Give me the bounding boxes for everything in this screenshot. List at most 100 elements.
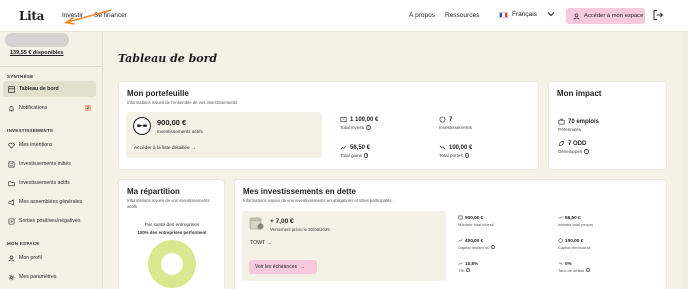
sidebar-item-label: Mon profil xyxy=(19,255,42,261)
portfolio-card: Mon portefeuille Informations issues de … xyxy=(118,81,539,170)
debt-stat-label: Montant total investi xyxy=(458,221,494,227)
user-icon xyxy=(573,12,580,20)
debt-stat-remaining-capital: 400,00 € Capital restant dû xyxy=(458,238,495,250)
user-icon xyxy=(8,255,15,262)
folder-icon xyxy=(8,180,15,186)
arrow-right-icon: → xyxy=(266,240,272,246)
active-investments-panel: 900,00 € Investissements actifs Accéder … xyxy=(126,112,322,158)
trend-down-icon xyxy=(439,145,446,150)
info-icon[interactable]: i xyxy=(366,125,371,130)
sidebar-item-assemblees-generales[interactable]: Mes assemblées générales xyxy=(3,194,96,210)
info-icon[interactable]: i xyxy=(584,149,589,154)
next-payment-date: Versement prévu le 30/06/2025 xyxy=(270,227,330,232)
next-payment-panel: + 7,00 € Versement prévu le 30/06/2025 T… xyxy=(242,211,446,281)
section-title-mon-espace: MON ESPACE xyxy=(7,241,40,246)
arrow-right-icon: → xyxy=(191,146,196,151)
language-selector[interactable]: Français xyxy=(499,11,537,18)
sidebar-item-mon-profil[interactable]: Mon profil xyxy=(3,250,96,266)
section-title-investissements: INVESTISSEMENTS xyxy=(7,128,54,133)
debt-stat-capital-repaid: 100,00 € Capital remboursé xyxy=(558,238,591,250)
trend-up-icon xyxy=(458,239,463,242)
debt-stat-value: 10,6% xyxy=(465,261,479,266)
sidebar-item-label: Sorties positives/négatives xyxy=(19,218,81,224)
trend-down-icon xyxy=(558,262,563,265)
repartition-subtitle: Informations issues de vos investissemen… xyxy=(127,198,210,209)
sidebar-item-investissements-actifs[interactable]: Investissements actifs xyxy=(3,175,96,191)
arrow-right-icon: → xyxy=(299,264,305,270)
sidebar-item-sorties[interactable]: Sorties positives/négatives xyxy=(3,213,96,229)
odd-stat: 7 ODD Développés i xyxy=(558,140,589,154)
sidebar-item-dashboard[interactable]: Tableau de bord xyxy=(3,81,96,97)
page-scrollbar[interactable] xyxy=(683,32,688,289)
access-account-label: Accéder à mon espace xyxy=(584,13,644,19)
impact-card: Mon impact 70 emplois Pérennisés 7 ODD D… xyxy=(548,81,667,170)
sidebar-item-label: Tableau de bord xyxy=(19,86,59,92)
wallet-icon xyxy=(340,117,347,122)
heart-icon xyxy=(8,142,15,149)
repartition-card: Ma répartition Informations issues de vo… xyxy=(118,179,225,289)
wallet-icon xyxy=(458,215,463,220)
detailed-list-link[interactable]: Accéder à la liste détaillée → xyxy=(134,146,196,151)
sunglasses-avatar-icon xyxy=(133,117,151,135)
section-title-synthese: SYNTHÈSE xyxy=(7,74,34,79)
debt-stat-interest-received: 56,50 € Intérêts total perçus xyxy=(558,215,593,227)
debt-stat-value: 100,00 € xyxy=(565,238,584,243)
access-account-button[interactable]: Accéder à mon espace xyxy=(566,8,645,24)
info-icon[interactable] xyxy=(491,245,495,249)
debt-stat-total-invested: 500,00 € Montant total investi xyxy=(458,215,494,227)
repartition-title: Ma répartition xyxy=(127,187,180,196)
dashboard-icon xyxy=(8,85,15,93)
sidebar-item-label: Mes assemblées générales xyxy=(19,199,83,205)
debt-investments-card: Mes investissements en dette Information… xyxy=(234,179,667,289)
investment-code-link[interactable]: TOWT → xyxy=(250,240,272,246)
sidebar-item-label: Investissements initiés xyxy=(19,161,71,167)
debt-stat-label: Taux de défaut xyxy=(558,267,585,273)
sidebar-item-investissements-inities[interactable]: Investissements initiés xyxy=(3,156,96,172)
gear-icon xyxy=(8,274,15,280)
active-investments-amount: 900,00 € xyxy=(157,118,187,127)
nav-a-propos-link[interactable]: À propos xyxy=(409,12,435,19)
sidebar: 139,55 € disponibles SYNTHÈSE Tableau de… xyxy=(0,32,103,289)
debt-stat-tri: 10,6% TRI xyxy=(458,261,478,273)
total-gains-label: Total gains xyxy=(340,153,362,158)
sidebar-item-notifications[interactable]: Notifications 2 xyxy=(3,100,96,116)
user-name-pill[interactable] xyxy=(5,33,69,47)
jobs-stat: 70 emplois Pérennisés xyxy=(558,118,600,133)
available-balance-link[interactable]: 139,55 € disponibles xyxy=(10,50,64,56)
sidebar-item-mes-parametres[interactable]: Mes paramètres xyxy=(3,269,96,285)
info-icon[interactable]: i xyxy=(464,153,470,158)
next-payment-amount: + 7,00 € xyxy=(270,218,294,225)
total-gains-stat: 56,50 € Total gains i xyxy=(340,144,371,159)
language-label: Français xyxy=(512,11,537,18)
info-icon[interactable] xyxy=(586,268,590,272)
repartition-category-detail: 100% des entreprises performent xyxy=(137,230,207,235)
coin-icon xyxy=(558,238,563,243)
briefcase-icon xyxy=(558,118,565,125)
active-investments-label: Investissements actifs xyxy=(157,129,203,134)
info-icon[interactable]: i xyxy=(363,153,369,158)
leaf-icon xyxy=(559,141,564,146)
bell-icon xyxy=(8,105,15,111)
sidebar-divider xyxy=(0,66,103,67)
chevron-down-icon[interactable] xyxy=(546,8,556,20)
exit-icon xyxy=(8,218,15,224)
nav-ressources-link[interactable]: Ressources xyxy=(445,12,479,19)
jobs-value: 70 emplois xyxy=(568,118,600,125)
total-losses-value: 100,00 € xyxy=(449,144,473,151)
lita-logo[interactable]: Lita xyxy=(19,9,44,23)
sidebar-item-mes-intentions[interactable]: Mes intentions xyxy=(3,137,96,153)
sidebar-item-label: Investissements actifs xyxy=(19,180,70,186)
debt-stat-value: 56,50 € xyxy=(565,215,581,220)
sidebar-item-label: Mes intentions xyxy=(19,142,53,148)
logout-icon[interactable] xyxy=(652,9,664,21)
view-schedule-button[interactable]: Voir les échéances → xyxy=(249,260,317,274)
jobs-label: Pérennisés xyxy=(558,127,581,132)
total-invested-stat: 1 100,00 € Total investi i xyxy=(340,116,378,131)
total-gains-value: 56,50 € xyxy=(350,144,371,151)
debt-stat-value: 0% xyxy=(565,261,572,266)
debt-stat-value: 500,00 € xyxy=(465,215,484,220)
page-title: Tableau de bord xyxy=(118,52,218,65)
investments-count-stat: 7 Investissements xyxy=(439,116,472,131)
france-flag-icon xyxy=(499,11,508,18)
info-icon[interactable] xyxy=(466,268,470,272)
